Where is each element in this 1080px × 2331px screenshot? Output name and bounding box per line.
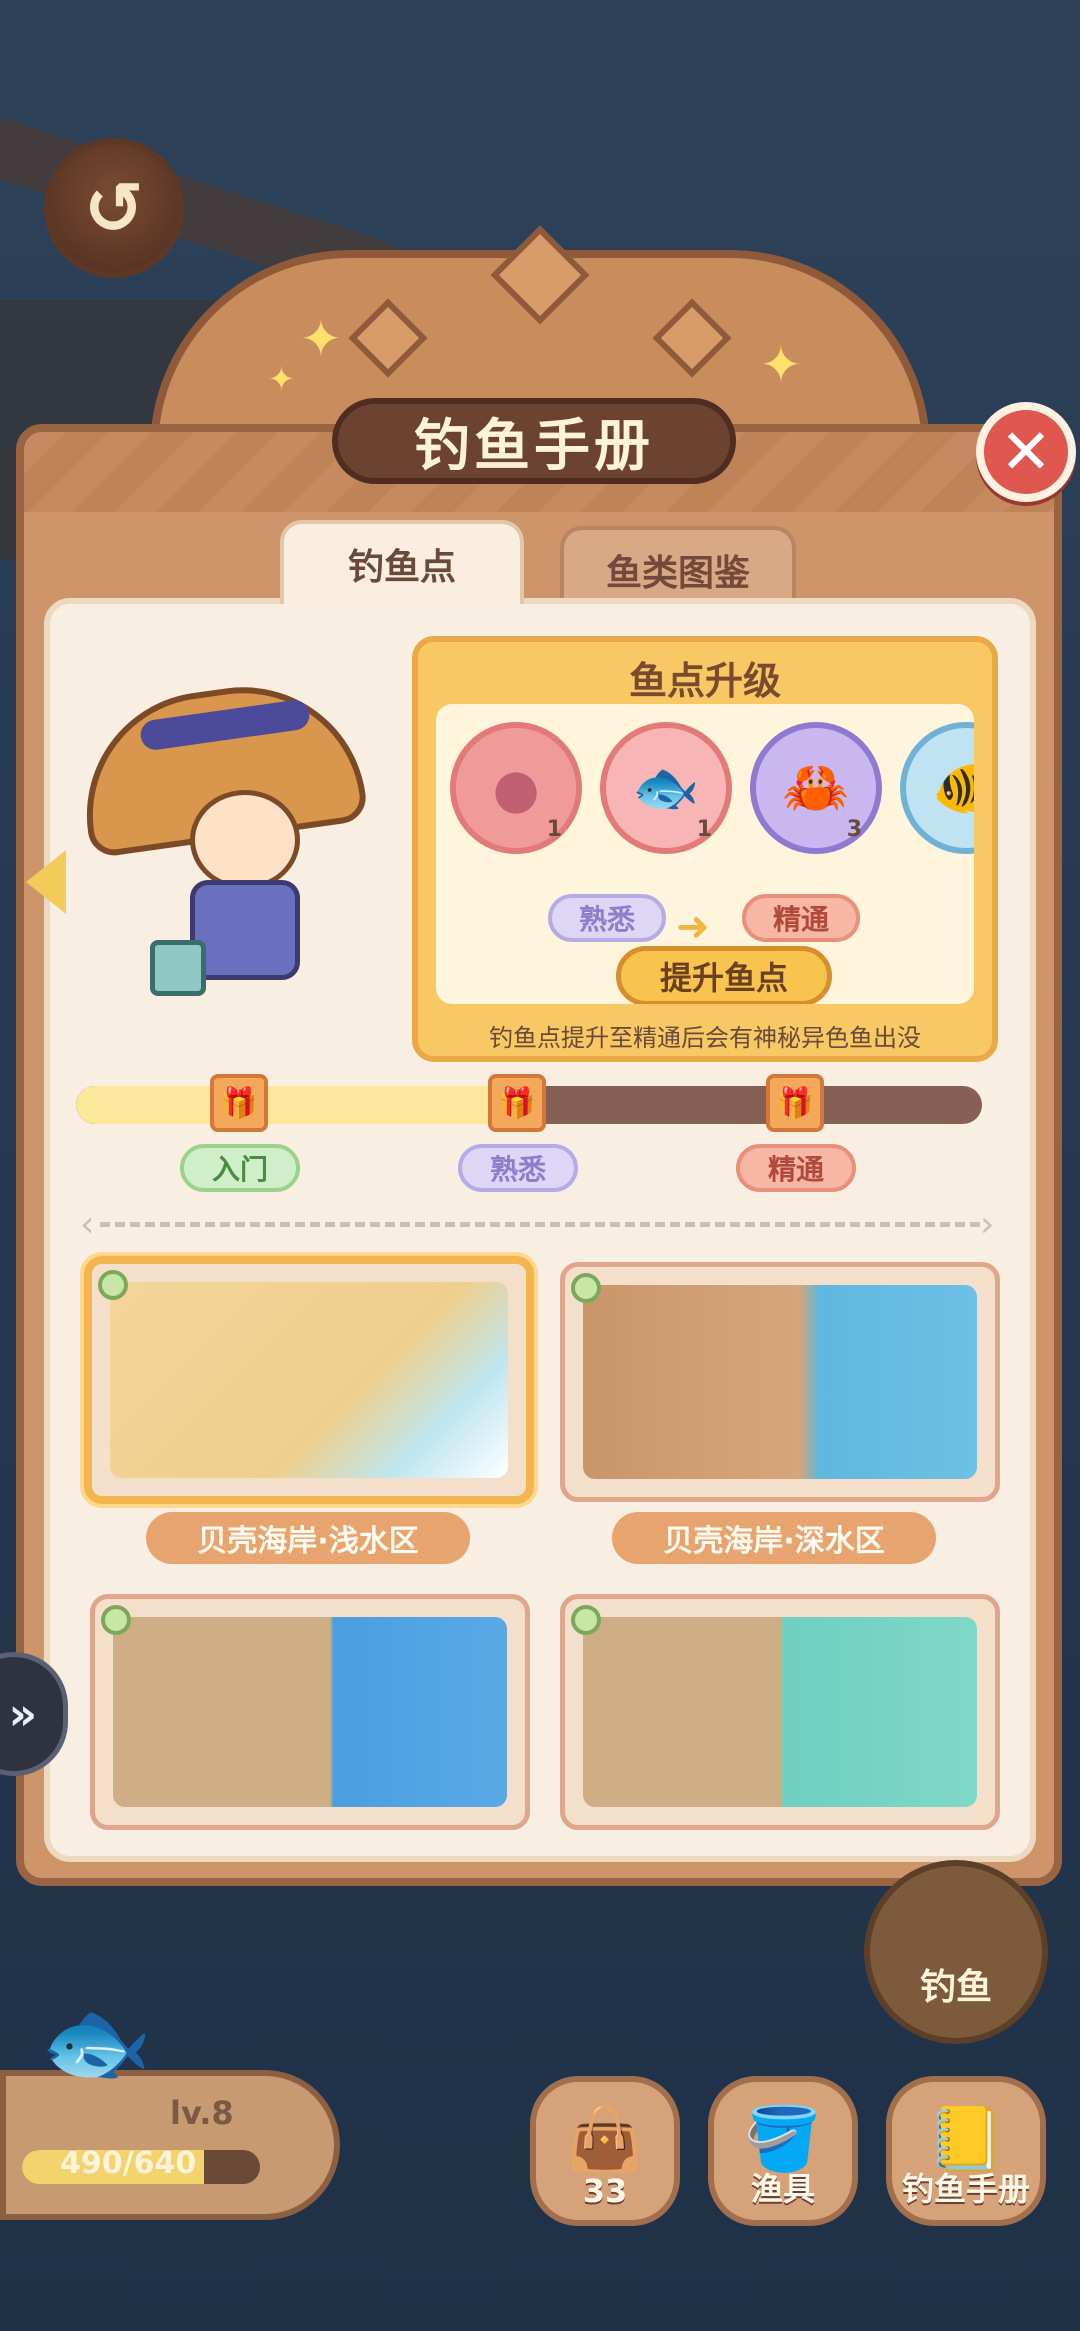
panel-title-plate: 钓鱼手册 — [332, 398, 736, 484]
character-overalls — [190, 880, 300, 980]
spot-name-shallow: 贝壳海岸·浅水区 — [146, 1512, 470, 1564]
player-level: lv.8 — [170, 2094, 234, 2132]
spot-card-shallow[interactable] — [84, 1256, 534, 1504]
gift-box-icon[interactable]: 🎁 — [488, 1074, 546, 1132]
pier-scene-image — [583, 1285, 977, 1479]
tab-fishing-spots-label: 钓鱼点 — [347, 547, 456, 588]
bucket-icon: 🪣 — [744, 2102, 822, 2175]
panel-title: 钓鱼手册 — [414, 413, 654, 479]
character-face — [190, 790, 300, 890]
chevron-right-icon: » — [8, 1688, 37, 1740]
notebook-icon: 📒 — [927, 2102, 1005, 2175]
fish-button[interactable]: 钓鱼 — [864, 1860, 1048, 2044]
unknown-fish-icon[interactable]: ● 1 — [450, 722, 582, 854]
spot-progress-fill — [76, 1086, 520, 1124]
stage-label-beginner: 入门 — [180, 1144, 300, 1192]
gift-box-icon[interactable]: 🎁 — [210, 1074, 268, 1132]
sparkle-star-icon: ✦ — [760, 336, 802, 394]
bag-icon: 👜 — [566, 2102, 644, 2175]
upgrade-title: 鱼点升级 — [628, 659, 781, 703]
gift-box-icon[interactable]: 🎁 — [766, 1074, 824, 1132]
spot-card-3[interactable] — [90, 1594, 530, 1830]
rainbow-fish-icon[interactable]: 🐟 1 — [600, 722, 732, 854]
upgrade-note: 钓鱼点提升至精通后会有神秘异色鱼出没 — [489, 1024, 921, 1052]
spot-card-4[interactable] — [560, 1594, 1000, 1830]
bait-bag-button[interactable]: 👜 33 — [530, 2076, 680, 2226]
scroll-right-icon: › — [980, 1204, 995, 1245]
pond-scene-image — [583, 1617, 977, 1807]
spot-name-deep: 贝壳海岸·深水区 — [612, 1512, 936, 1564]
sparkle-star-icon: ✦ — [300, 310, 342, 368]
fish-count: 3 — [846, 817, 862, 842]
bag-count: 33 — [582, 2172, 628, 2210]
back-button[interactable]: ↺ — [44, 138, 184, 278]
previous-arrow-icon[interactable] — [26, 850, 66, 914]
close-icon: ✕ — [1000, 415, 1052, 488]
tab-fishing-spots[interactable]: 钓鱼点 — [280, 520, 524, 604]
angler-character — [70, 650, 380, 1010]
bucket-icon — [150, 940, 206, 996]
xp-text: 490/640 — [60, 2146, 197, 2181]
stage-label-familiar: 熟悉 — [458, 1144, 578, 1192]
arrow-right-icon: ➜ — [676, 904, 710, 950]
spot-status-dot — [571, 1605, 601, 1635]
upgrade-spot-button[interactable]: 提升鱼点 — [616, 946, 832, 1004]
scroll-indicator — [100, 1222, 980, 1227]
scroll-left-icon: ‹ — [80, 1204, 95, 1245]
upgrade-requirements: ● 1 🐟 1 🦀 3 🐠 熟悉 ➜ 精通 提升鱼点 — [436, 704, 974, 1004]
current-level-badge: 熟悉 — [548, 894, 666, 942]
back-arrow-icon: ↺ — [83, 166, 145, 250]
beach-scene-image — [110, 1282, 508, 1478]
player-fish-icon: 🐟 — [40, 1990, 153, 2095]
target-level-badge: 精通 — [742, 894, 860, 942]
hermit-crab-icon[interactable]: 🦀 3 — [750, 722, 882, 854]
fish-count: 1 — [696, 817, 712, 842]
spot-card-deep[interactable] — [560, 1262, 1000, 1502]
dock-scene-image — [113, 1617, 507, 1807]
gear-button[interactable]: 🪣 渔具 — [708, 2076, 858, 2226]
handbook-button[interactable]: 📒 钓鱼手册 — [886, 2076, 1046, 2226]
stage-label-master: 精通 — [736, 1144, 856, 1192]
spot-upgrade-card: 鱼点升级 ● 1 🐟 1 🦀 3 🐠 熟悉 ➜ 精通 提升鱼点 钓鱼点提升至精通… — [412, 636, 998, 1062]
close-button[interactable]: ✕ — [976, 402, 1076, 502]
red-fish-icon[interactable]: 🐠 — [900, 722, 974, 854]
spot-status-dot — [571, 1273, 601, 1303]
tab-fish-guide-label: 鱼类图鉴 — [605, 553, 750, 594]
fish-button-label: 钓鱼 — [919, 1967, 992, 2008]
spot-status-dot — [98, 1270, 128, 1300]
sparkle-star-icon: ✦ — [268, 360, 295, 398]
fish-count: 1 — [546, 817, 562, 842]
spot-status-dot — [101, 1605, 131, 1635]
